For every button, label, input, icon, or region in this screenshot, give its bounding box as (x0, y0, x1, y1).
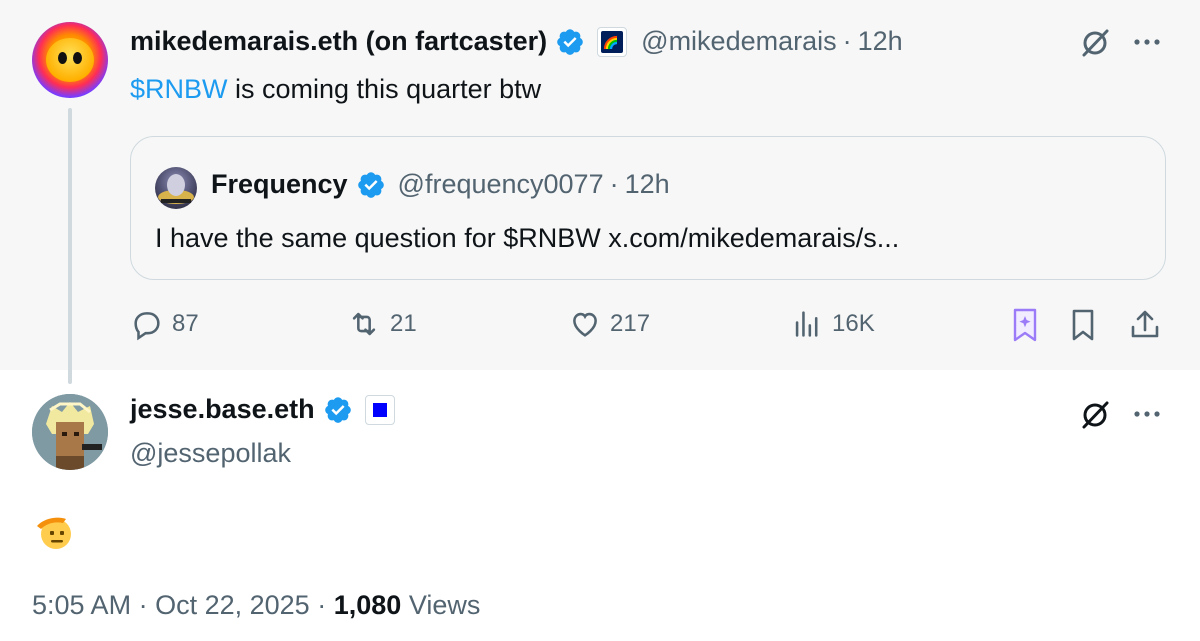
saluting-face-emoji (34, 510, 76, 552)
quote-author-handle[interactable]: @frequency0077 (398, 169, 604, 200)
quote-text: I have the same question for $RNBW x.com… (155, 223, 900, 253)
like-icon (573, 312, 597, 337)
quoted-tweet[interactable]: Frequency @frequency0077 · 12h I have th… (130, 136, 1166, 280)
emoji-face (46, 38, 94, 82)
tweet-meta: 5:05 AM · Oct 22, 2025 · 1,080 Views (32, 590, 480, 621)
more-icon[interactable] (1130, 402, 1164, 431)
timestamp[interactable]: 12h (858, 26, 903, 57)
like-count: 217 (610, 310, 651, 337)
tweet-text: $RNBW is coming this quarter btw (130, 74, 541, 105)
repost-icon (352, 312, 376, 336)
separator: · (138, 590, 148, 620)
grok-bookmark-icon[interactable] (1010, 307, 1040, 348)
quote-author-row: Frequency @frequency0077 · 12h (211, 169, 670, 200)
action-bar: 87 21 217 16K (0, 307, 1200, 347)
verified-badge-icon[interactable] (323, 395, 353, 425)
separator: · (842, 26, 852, 56)
post-date[interactable]: Oct 22, 2025 (155, 590, 310, 620)
separator: · (317, 590, 327, 620)
parent-tweet[interactable]: mikedemarais.eth (on fartcaster) @mikede… (0, 0, 1200, 384)
verified-badge-icon[interactable] (356, 170, 386, 200)
like-button[interactable]: 217 (568, 307, 650, 341)
reply-icon (134, 312, 160, 341)
reply-button[interactable]: 87 (130, 307, 199, 341)
verified-badge-icon[interactable] (555, 27, 585, 57)
views-count: 16K (832, 310, 875, 337)
separator: · (609, 169, 619, 199)
rainbow-affiliate-icon[interactable] (597, 26, 628, 57)
repost-button[interactable]: 21 (346, 307, 417, 341)
quote-author-name[interactable]: Frequency (211, 169, 348, 200)
author-name[interactable]: mikedemarais.eth (on fartcaster) (130, 26, 547, 57)
left-eye (58, 52, 67, 64)
author-name[interactable]: jesse.base.eth (130, 394, 315, 425)
views-icon (795, 311, 818, 337)
views-count: 1,080 (333, 590, 402, 620)
quote-avatar[interactable] (155, 167, 197, 209)
avatar[interactable] (32, 394, 108, 470)
grok-icon[interactable] (1078, 26, 1112, 65)
author-handle[interactable]: @mikedemarais (641, 26, 836, 57)
main-author-row: jesse.base.eth (130, 394, 395, 425)
quote-timestamp[interactable]: 12h (625, 169, 670, 200)
tweet-text-rest: is coming this quarter btw (227, 74, 542, 104)
base-affiliate-icon[interactable] (364, 394, 395, 425)
post-time[interactable]: 5:05 AM (32, 590, 131, 620)
repost-count: 21 (390, 310, 417, 337)
reply-count: 87 (172, 310, 199, 337)
cashtag-link[interactable]: $RNBW (130, 74, 228, 104)
author-row: mikedemarais.eth (on fartcaster) @mikede… (130, 26, 903, 57)
bookmark-icon[interactable] (1068, 307, 1098, 348)
more-icon[interactable] (1130, 30, 1164, 59)
grok-icon[interactable] (1078, 398, 1112, 437)
share-icon[interactable] (1128, 307, 1162, 348)
right-eye (73, 52, 82, 64)
author-handle[interactable]: @jessepollak (130, 438, 291, 469)
avatar[interactable] (32, 22, 108, 98)
views-label: Views (408, 590, 481, 620)
views-button[interactable]: 16K (790, 307, 875, 341)
